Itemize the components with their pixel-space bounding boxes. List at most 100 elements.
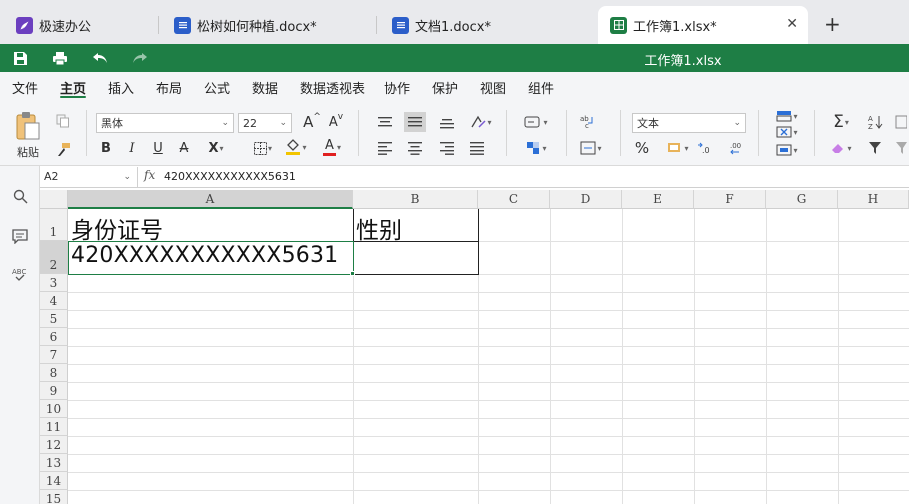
underline-button[interactable]: U bbox=[150, 138, 166, 158]
new-tab-button[interactable]: + bbox=[824, 12, 841, 36]
wrap-text-button[interactable]: ab c bbox=[576, 112, 598, 132]
menu-file[interactable]: 文件 bbox=[12, 78, 38, 97]
row-header-8[interactable]: 8 bbox=[40, 364, 68, 382]
ribbon-separator bbox=[620, 110, 621, 156]
fill-handle[interactable] bbox=[350, 271, 355, 276]
row-header-9[interactable]: 9 bbox=[40, 382, 68, 400]
align-top-button[interactable] bbox=[374, 112, 396, 132]
menu-data[interactable]: 数据 bbox=[252, 78, 278, 97]
format-painter-icon[interactable] bbox=[54, 140, 72, 158]
menu-insert[interactable]: 插入 bbox=[108, 78, 134, 97]
delete-row-button[interactable]: ▾ bbox=[772, 124, 802, 140]
font-size-select[interactable]: 22 ⌄ bbox=[238, 113, 292, 133]
borders-button[interactable]: ▾ bbox=[250, 138, 276, 158]
sort-button[interactable]: AZ bbox=[864, 112, 886, 132]
row-header-14[interactable]: 14 bbox=[40, 472, 68, 490]
close-tab-button[interactable]: ✕ bbox=[786, 16, 798, 32]
align-middle-icon bbox=[408, 117, 422, 127]
name-box[interactable]: A2 ⌄ bbox=[40, 167, 138, 187]
insert-row-button[interactable]: ▾ bbox=[772, 108, 802, 124]
menu-formulas[interactable]: 公式 bbox=[204, 78, 230, 97]
cell-style-button[interactable]: ▾ bbox=[520, 138, 552, 158]
tab-workbook-1[interactable]: 工作簿1.xlsx* ✕ bbox=[598, 6, 808, 44]
menu-components[interactable]: 组件 bbox=[528, 78, 554, 97]
menu-pivot-table[interactable]: 数据透视表 bbox=[300, 78, 365, 97]
tab-document-1[interactable]: 文档1.docx* bbox=[380, 6, 590, 44]
row-header-4[interactable]: 4 bbox=[40, 292, 68, 310]
sum-button[interactable]: Σ ▾ bbox=[826, 112, 856, 132]
accounting-format-button[interactable]: ▾ bbox=[664, 138, 692, 158]
more-tools-button[interactable] bbox=[894, 138, 908, 158]
filter-button[interactable] bbox=[864, 138, 886, 158]
increase-decimal-button[interactable]: .0 bbox=[696, 138, 716, 158]
search-icon[interactable] bbox=[10, 186, 30, 206]
cell-b1[interactable]: 性别 bbox=[356, 211, 402, 245]
shrink-font-button[interactable]: Av bbox=[326, 112, 346, 132]
merge-cells-button[interactable]: ▾ bbox=[576, 138, 606, 158]
column-header-f[interactable]: F bbox=[694, 190, 766, 209]
align-middle-button[interactable] bbox=[404, 112, 426, 132]
function-icon[interactable]: fx bbox=[144, 168, 155, 182]
fill-color-button[interactable]: ▾ bbox=[282, 136, 310, 158]
column-header-c[interactable]: C bbox=[478, 190, 550, 209]
row-header-7[interactable]: 7 bbox=[40, 346, 68, 364]
menu-view[interactable]: 视图 bbox=[480, 78, 506, 97]
decrease-decimal-button[interactable]: .00 bbox=[726, 138, 746, 158]
paste-icon[interactable] bbox=[12, 110, 44, 142]
font-name-select[interactable]: 黑体 ⌄ bbox=[96, 113, 234, 133]
menu-collaborate[interactable]: 协作 bbox=[384, 78, 410, 97]
row-header-13[interactable]: 13 bbox=[40, 454, 68, 472]
row-header-3[interactable]: 3 bbox=[40, 274, 68, 292]
decrease-decimal-icon: .00 bbox=[730, 142, 741, 155]
formula-input[interactable]: 420XXXXXXXXXXX5631 bbox=[164, 170, 296, 183]
copy-icon[interactable] bbox=[54, 112, 72, 130]
row-header-12[interactable]: 12 bbox=[40, 436, 68, 454]
clear-button[interactable]: ▾ bbox=[826, 138, 856, 158]
insert-cells-button[interactable]: ▾ bbox=[520, 112, 552, 132]
more-tools-icon bbox=[896, 142, 907, 154]
row-header-10[interactable]: 10 bbox=[40, 400, 68, 418]
strikethrough-button[interactable]: A bbox=[176, 138, 192, 158]
cell-b2[interactable] bbox=[354, 242, 478, 274]
cell-a1[interactable]: 身份证号 bbox=[71, 211, 163, 245]
column-header-b[interactable]: B bbox=[353, 190, 478, 209]
italic-button[interactable]: I bbox=[124, 138, 140, 158]
bold-button[interactable]: B bbox=[98, 138, 114, 158]
column-header-h[interactable]: H bbox=[838, 190, 909, 209]
column-header-d[interactable]: D bbox=[550, 190, 622, 209]
menu-layout[interactable]: 布局 bbox=[156, 78, 182, 97]
percent-button[interactable]: % bbox=[632, 138, 652, 158]
column-header-a[interactable]: A bbox=[68, 190, 353, 209]
format-row-button[interactable]: ▾ bbox=[772, 142, 802, 158]
column-header-e[interactable]: E bbox=[622, 190, 694, 209]
align-right-button[interactable] bbox=[436, 138, 458, 158]
accounting-icon bbox=[668, 143, 681, 152]
row-header-15[interactable]: 15 bbox=[40, 490, 68, 504]
grow-font-button[interactable]: A ^ bbox=[302, 112, 322, 132]
subscript-button[interactable]: X ▾ bbox=[202, 138, 230, 158]
tab-document-pine[interactable]: 松树如何种植.docx* bbox=[162, 6, 372, 44]
menu-protect[interactable]: 保护 bbox=[432, 78, 458, 97]
row-header-11[interactable]: 11 bbox=[40, 418, 68, 436]
align-bottom-button[interactable] bbox=[436, 112, 458, 132]
justify-icon bbox=[470, 142, 484, 155]
row-header-6[interactable]: 6 bbox=[40, 328, 68, 346]
tab-home[interactable]: 极速办公 bbox=[4, 6, 154, 44]
column-header-g[interactable]: G bbox=[766, 190, 838, 209]
row-header-1[interactable]: 1 bbox=[40, 209, 68, 241]
find-button[interactable] bbox=[894, 112, 908, 132]
number-format-select[interactable]: 文本 ⌄ bbox=[632, 113, 746, 133]
menu-home[interactable]: 主页 bbox=[60, 78, 86, 97]
spreadsheet-grid[interactable]: A B C D E F G H 1 2 3 4 5 6 7 8 9 10 11 … bbox=[40, 190, 909, 504]
select-all-corner[interactable] bbox=[40, 190, 68, 209]
align-center-button[interactable] bbox=[404, 138, 426, 158]
font-color-button[interactable]: A ▾ bbox=[318, 136, 346, 158]
spellcheck-icon[interactable]: ABC bbox=[10, 264, 30, 284]
comment-icon[interactable] bbox=[10, 226, 30, 246]
text-orientation-button[interactable]: ▾ bbox=[466, 112, 496, 132]
justify-button[interactable] bbox=[466, 138, 488, 158]
align-left-button[interactable] bbox=[374, 138, 396, 158]
row-header-2[interactable]: 2 bbox=[40, 241, 68, 274]
row-header-5[interactable]: 5 bbox=[40, 310, 68, 328]
number-format-value: 文本 bbox=[637, 117, 659, 130]
